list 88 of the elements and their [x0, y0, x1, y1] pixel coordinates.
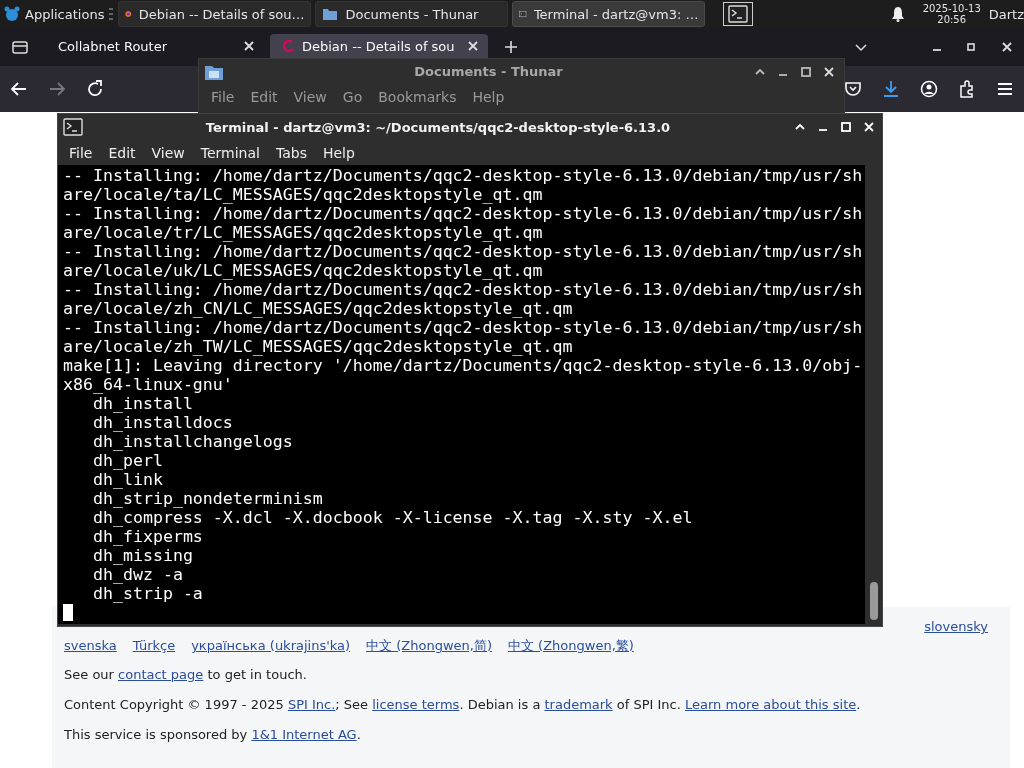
- menu-item[interactable]: File: [61, 144, 101, 161]
- menu-item[interactable]: Go: [334, 89, 371, 105]
- forward-arrow-icon[interactable]: [48, 80, 66, 98]
- text-cursor: [63, 604, 73, 621]
- plus-icon[interactable]: [504, 40, 518, 54]
- menu-item[interactable]: Bookmarks: [370, 89, 465, 105]
- terminal-line: dh_installchangelogs: [91, 432, 294, 451]
- footer-link[interactable]: trademark: [544, 697, 613, 712]
- terminal-line: dh_perl: [91, 451, 164, 470]
- close-icon[interactable]: [1000, 40, 1014, 54]
- terminal-line: dh_compress -X.dcl -X.docbook -X-license -X.tag -X.sty -X.el: [91, 508, 694, 527]
- footer-link[interactable]: SPI Inc.: [287, 697, 336, 712]
- menu-item[interactable]: Terminal: [192, 144, 268, 161]
- terminal-line: are/locale/zh_TW/LC_MESSAGES/qqc2desktopstyle_qt.qm: [63, 337, 574, 356]
- clock-date: 2025-10-13: [922, 3, 981, 14]
- close-icon[interactable]: [242, 39, 256, 53]
- window-title: Terminal - dartz@vm3: ~/Documents/qqc2-desktop-style-6.13.0: [204, 119, 672, 135]
- footer-link[interactable]: Learn more about this site: [685, 697, 857, 712]
- terminal-line: dh_strip_nondeterminism: [91, 489, 324, 508]
- bell-icon[interactable]: [890, 6, 905, 22]
- terminal-line: dh_missing: [91, 546, 194, 565]
- maximize-icon[interactable]: [964, 40, 978, 54]
- menu-item[interactable]: Help: [314, 144, 363, 161]
- terminal-line: are/locale/ta/LC_MESSAGES/qqc2desktopstyle_qt.qm: [63, 185, 544, 204]
- folder-icon: [322, 6, 339, 22]
- footer-link[interactable]: license terms: [372, 697, 460, 712]
- menu-icon[interactable]: [996, 80, 1014, 98]
- footer-link[interactable]: contact page: [118, 667, 204, 682]
- language-link[interactable]: 中文 (Zhongwen,简): [366, 636, 492, 655]
- terminal-line: dh_install: [91, 394, 194, 413]
- scrollbar-thumb[interactable]: [869, 582, 878, 620]
- close-icon[interactable]: [466, 39, 480, 53]
- terminal-line: make[1]: Leaving directory '/home/dartz/Documents/qqc2-desktop-style-6.13.0/obj-: [63, 356, 864, 375]
- footer-text: Content Copyright © 1997 - 2025 SPI Inc.; See license terms. Debian is a trademark of SPI Inc. Learn more about this site.: [64, 696, 862, 714]
- menu-item[interactable]: Tabs: [267, 144, 315, 161]
- taskbar-button[interactable]: Documents - Thunar: [315, 1, 509, 27]
- clock-time: 20:56: [937, 14, 967, 25]
- terminal-line: -- Installing: /home/dartz/Documents/qqc2-desktop-style-6.13.0/debian/tmp/usr/sh: [63, 280, 864, 299]
- menu-item[interactable]: Edit: [242, 89, 286, 105]
- terminal-line: -- Installing: /home/dartz/Documents/qqc2-desktop-style-6.13.0/debian/tmp/usr/sh: [63, 204, 864, 223]
- close-icon[interactable]: [822, 64, 836, 79]
- close-icon[interactable]: [862, 120, 876, 134]
- puzzle-icon[interactable]: [958, 80, 976, 98]
- language-link[interactable]: Türkçe: [132, 636, 176, 655]
- footer-text: This service is sponsored by 1&1 Internet AG.: [64, 726, 362, 744]
- language-link[interactable]: українська (ukrajins'ka): [191, 636, 351, 655]
- menu-item[interactable]: Edit: [100, 144, 144, 161]
- account-icon[interactable]: [920, 80, 938, 98]
- terminal-line: are/locale/tr/LC_MESSAGES/qqc2desktopstyle_qt.qm: [63, 223, 544, 242]
- terminal-line: are/locale/zh_CN/LC_MESSAGES/qqc2desktopstyle_qt.qm: [63, 299, 574, 318]
- reload-icon[interactable]: [86, 80, 104, 98]
- user-name[interactable]: Dartz: [988, 6, 1024, 22]
- terminal-launcher-icon[interactable]: [728, 5, 749, 23]
- terminal-line: dh_installdocs: [91, 413, 234, 432]
- applications-menu[interactable]: Applications: [0, 0, 109, 28]
- language-link[interactable]: 中文 (Zhongwen,繁): [508, 636, 634, 655]
- taskbar-button[interactable]: Debian -- Details of sou…: [118, 1, 312, 27]
- terminal-line: are/locale/uk/LC_MESSAGES/qqc2desktopstyle_qt.qm: [63, 261, 544, 280]
- pocket-icon[interactable]: [844, 80, 862, 98]
- menu-item[interactable]: File: [203, 89, 243, 105]
- menu-item[interactable]: View: [143, 144, 193, 161]
- taskbar-button[interactable]: Terminal - dartz@vm3: …: [512, 1, 706, 27]
- terminal-line: -- Installing: /home/dartz/Documents/qqc2-desktop-style-6.13.0/debian/tmp/usr/sh: [63, 242, 864, 261]
- mouse-logo-icon: [2, 4, 22, 24]
- terminal-line: x86_64-linux-gnu': [63, 375, 234, 394]
- menu-item[interactable]: Help: [464, 89, 513, 105]
- window-title: Documents - Thunar: [413, 64, 564, 79]
- maximize-icon[interactable]: [839, 120, 853, 134]
- maximize-icon[interactable]: [799, 64, 813, 79]
- browser-tab[interactable]: Debian -- Details of sou: [270, 34, 488, 58]
- language-link[interactable]: svenska: [64, 636, 117, 655]
- browser-tab[interactable]: Collabnet Router: [46, 34, 264, 58]
- footer-link[interactable]: 1&1 Internet AG: [251, 727, 357, 742]
- terminal-icon: [63, 118, 83, 136]
- terminal-line: -- Installing: /home/dartz/Documents/qqc2-desktop-style-6.13.0/debian/tmp/usr/sh: [63, 166, 864, 185]
- terminal-line: dh_dwz -a: [91, 565, 184, 584]
- footer-text: See our contact page to get in touch.: [64, 666, 308, 684]
- tab-list-icon[interactable]: [11, 39, 29, 55]
- handle-icon: [108, 7, 115, 21]
- download-icon[interactable]: [882, 80, 900, 98]
- terminal-line: dh_strip -a: [91, 584, 204, 603]
- terminal-line: dh_link: [91, 470, 164, 489]
- swirl-icon: [282, 39, 296, 53]
- menu-item[interactable]: View: [285, 89, 335, 105]
- terminal-line: -- Installing: /home/dartz/Documents/qqc2-desktop-style-6.13.0/debian/tmp/usr/sh: [63, 318, 864, 337]
- back-arrow-icon[interactable]: [10, 80, 28, 98]
- language-link[interactable]: slovensky: [924, 617, 988, 636]
- terminal-line: dh_fixperms: [91, 527, 204, 546]
